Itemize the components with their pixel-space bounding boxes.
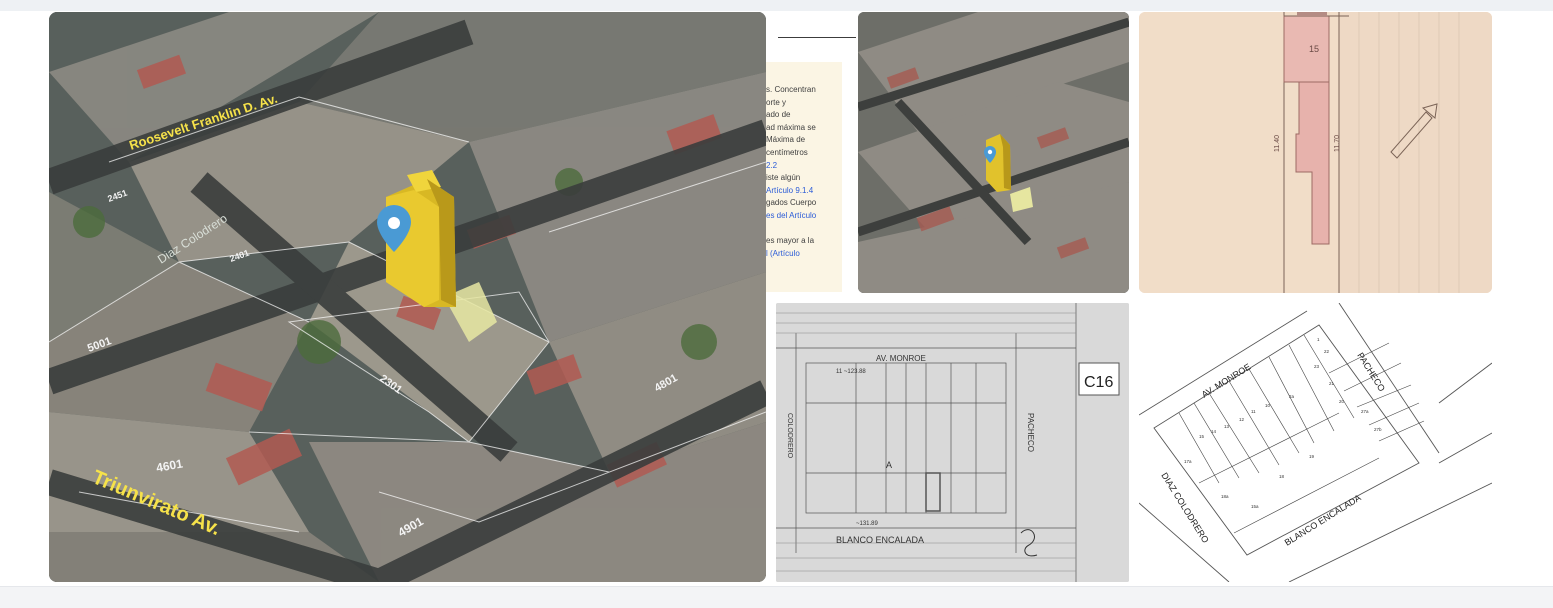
- aerial-3d-map: Roosevelt Franklin D. Av. Diaz Colodrero…: [49, 12, 766, 582]
- cadastral-plan-drawing: 15 11.40 11.70: [1139, 12, 1492, 293]
- plan-dim-left: 11.40: [1274, 135, 1281, 152]
- lot-number: 22: [1324, 349, 1330, 354]
- doc-link[interactable]: 2.2: [766, 160, 842, 173]
- lot-number: 27b: [1374, 427, 1382, 432]
- doc-line: es mayor a la: [766, 236, 815, 246]
- lot-number: 27a: [1361, 409, 1369, 414]
- doc-line: Máxima de: [766, 135, 806, 145]
- gallery-image-lot-plan[interactable]: 1 22 23 2a 21 20 19 18 17a 15 14 13 12 1…: [1139, 303, 1492, 582]
- lot-plan-drawing: 1 22 23 2a 21 20 19 18 17a 15 14 13 12 1…: [1139, 303, 1492, 582]
- plan-label: 15: [1309, 44, 1319, 54]
- lot-number: 11: [1251, 409, 1256, 414]
- doc-line: gados Cuerpo: [766, 198, 817, 208]
- doc-line: s. Concentran: [766, 85, 816, 94]
- blueprint-dims-bottom: ~131.89: [856, 521, 879, 527]
- document-snippet: s. Concentran orte y ado de ad máxima se Máx…: [766, 62, 842, 292]
- doc-line: orte y: [766, 97, 787, 107]
- blueprint-street-left: COLODRERO: [786, 413, 793, 459]
- blueprint-code: C16: [1084, 374, 1113, 391]
- lot-number: 15: [1199, 434, 1205, 439]
- gallery-image-blueprint[interactable]: C16 AV. MONROE 11 ~123.88 BLANCO ENCALAD…: [776, 303, 1129, 582]
- doc-line: ad máxima se: [766, 122, 816, 132]
- lot-number: 15a: [1251, 504, 1259, 509]
- blueprint-street-top: AV. MONROE: [876, 354, 926, 363]
- lot-number: 21: [1329, 381, 1335, 386]
- top-bar: [0, 0, 1553, 11]
- gallery-image-aerial-small[interactable]: [858, 12, 1129, 293]
- lot-number: 10: [1265, 403, 1271, 408]
- doc-line: iste algún: [766, 173, 801, 183]
- doc-line: centímetros: [766, 147, 808, 157]
- gallery-image-aerial-3d[interactable]: Roosevelt Franklin D. Av. Diaz Colodrero…: [49, 12, 766, 582]
- doc-link[interactable]: l (Artículo: [766, 248, 842, 261]
- lot-number: 20: [1339, 399, 1345, 404]
- aerial-small-map: [858, 12, 1129, 293]
- lot-number: 18: [1279, 474, 1285, 479]
- blueprint-letter: A: [886, 460, 892, 470]
- lot-number: 12: [1239, 417, 1245, 422]
- blueprint-drawing: C16 AV. MONROE 11 ~123.88 BLANCO ENCALAD…: [776, 303, 1129, 582]
- divider: [778, 37, 856, 38]
- lot-number: 23: [1314, 364, 1320, 369]
- blueprint-street-right: PACHECO: [1026, 413, 1035, 452]
- doc-line: ado de: [766, 110, 791, 120]
- lot-number: 2a: [1289, 394, 1295, 399]
- doc-line: [766, 223, 842, 236]
- lot-number: 14: [1211, 429, 1217, 434]
- lot-number: 13: [1224, 424, 1230, 429]
- blueprint-street-bottom: BLANCO ENCALADA: [836, 535, 924, 545]
- gallery-image-cadastral-plan[interactable]: 15 11.40 11.70: [1139, 12, 1492, 293]
- lot-number: 19: [1309, 454, 1315, 459]
- bottom-bar: [0, 586, 1553, 608]
- blueprint-dims-top: 11 ~123.88: [836, 369, 866, 375]
- doc-link[interactable]: Artículo 9.1.4: [766, 185, 842, 198]
- lot-number: 18a: [1221, 494, 1229, 499]
- lot-number: 17a: [1184, 459, 1192, 464]
- plan-dim-right: 11.70: [1334, 135, 1341, 152]
- doc-link[interactable]: es del Artículo: [766, 210, 842, 223]
